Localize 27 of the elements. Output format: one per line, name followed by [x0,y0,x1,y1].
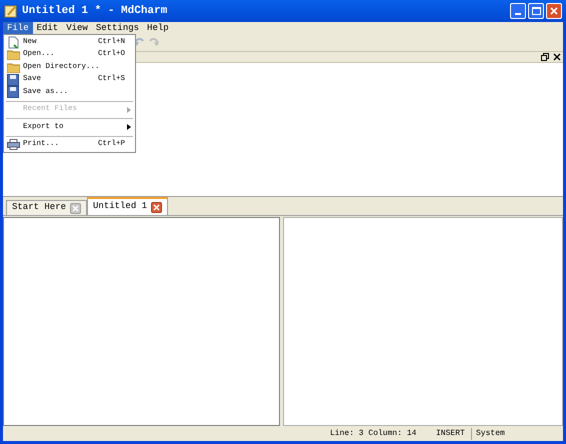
maximize-button[interactable] [528,3,544,19]
tab[interactable]: Untitled 1 [87,197,168,215]
menu-item[interactable]: Edit [32,22,62,34]
close-icon[interactable] [553,53,561,61]
submenu-arrow-icon [127,124,131,130]
edit-mode: INSERT [436,428,472,440]
float-icon[interactable] [541,53,549,61]
submenu-arrow-icon [127,106,131,113]
encoding: System [476,428,505,440]
minimize-button[interactable] [510,3,526,19]
tab-label: Untitled 1 [93,200,148,214]
cursor-position: Line: 3 Column: 14 [330,428,418,440]
menu-item[interactable]: Settings [92,22,144,34]
tab[interactable]: Start Here [6,200,88,215]
window-title: Untitled 1 * - MdCharm [22,4,168,19]
close-icon [550,7,558,15]
menu-item[interactable]: File [3,22,33,34]
printer-icon [7,139,20,150]
menu-item[interactable]: Help [143,22,173,34]
tab-label: Start Here [12,201,66,214]
close-button[interactable] [546,3,562,19]
folder-icon [7,49,20,60]
menu-item[interactable]: View [62,22,92,34]
tab-close-button[interactable] [151,202,162,212]
folder-icon [7,62,20,73]
pencil-icon [4,4,18,18]
tab-close-button[interactable] [70,202,82,214]
